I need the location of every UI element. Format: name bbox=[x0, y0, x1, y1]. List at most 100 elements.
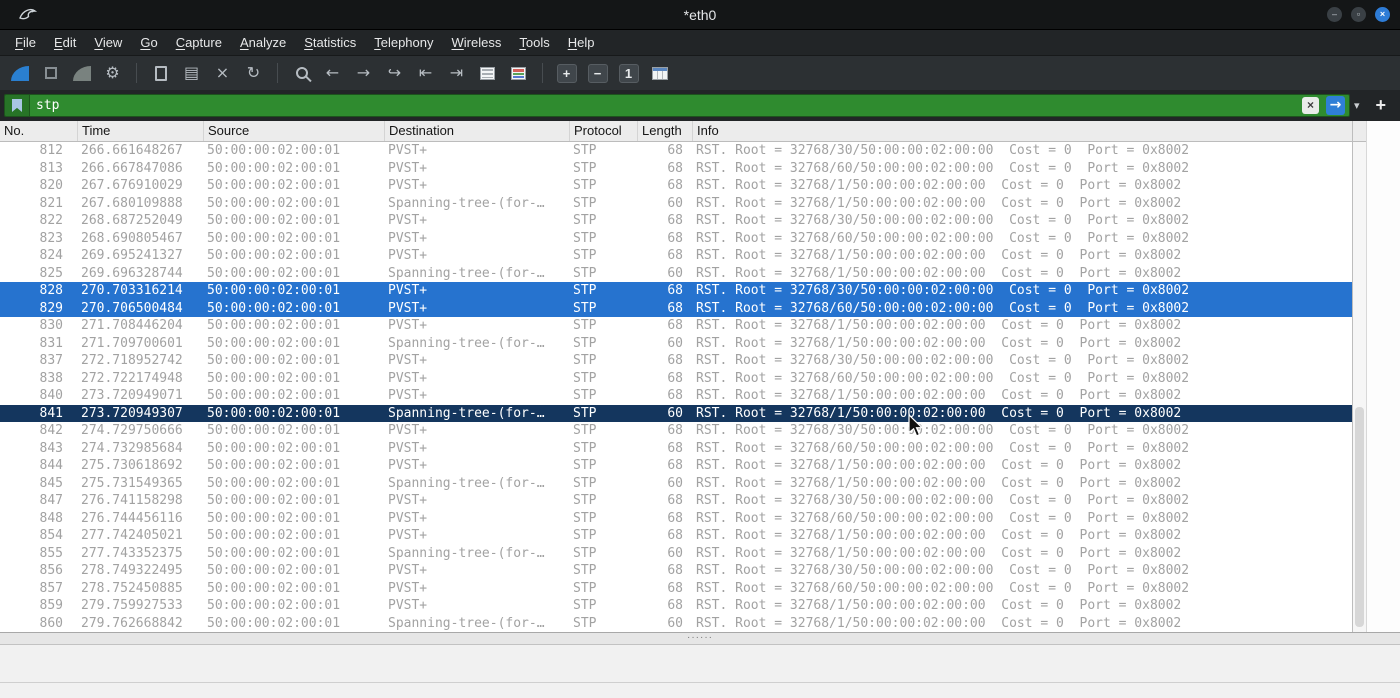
packet-row-855[interactable]: 855 277.743352375 50:00:00:02:00:01 Spannin… bbox=[0, 545, 1352, 563]
packet-row-829[interactable]: 829 270.706500484 50:00:00:02:00:01 PVST+ ST… bbox=[0, 299, 1352, 317]
packet-row-821[interactable]: 821 267.680109888 50:00:00:02:00:01 Spannin… bbox=[0, 195, 1352, 213]
close-button[interactable]: × bbox=[1375, 7, 1390, 22]
packet-row-857[interactable]: 857 278.752450885 50:00:00:02:00:01 PVST+ ST… bbox=[0, 580, 1352, 598]
pane-splitter[interactable]: ······ bbox=[0, 632, 1400, 645]
packet-row-822[interactable]: 822 268.687252049 50:00:00:02:00:01 PVST+ ST… bbox=[0, 212, 1352, 230]
time-cell: 272.718952742 bbox=[81, 353, 183, 368]
menu-go[interactable]: Go bbox=[131, 32, 166, 53]
find-packet-button[interactable] bbox=[288, 60, 315, 87]
maximize-button[interactable]: ▫ bbox=[1351, 7, 1366, 22]
packet-row-847[interactable]: 847 276.741158298 50:00:00:02:00:01 PVST+ ST… bbox=[0, 492, 1352, 510]
source-cell: 50:00:00:02:00:01 bbox=[207, 370, 341, 386]
menu-view[interactable]: View bbox=[85, 32, 131, 53]
capture-stop-button[interactable] bbox=[37, 60, 64, 87]
source-cell: 50:00:00:02:00:01 bbox=[207, 405, 341, 421]
last-packet-button[interactable]: ⇥ bbox=[443, 60, 470, 87]
packet-row-854[interactable]: 854 277.742405021 50:00:00:02:00:01 PVST+ ST… bbox=[0, 527, 1352, 545]
source-cell: 50:00:00:02:00:01 bbox=[207, 493, 341, 508]
no-cell: 857 bbox=[39, 580, 63, 596]
packet-row-820[interactable]: 820 267.676910029 50:00:00:02:00:01 PVST+ ST… bbox=[0, 177, 1352, 195]
info-cell: RST. Root = 32768/1/50:00:00:02:00:00 Co… bbox=[696, 615, 1182, 631]
capture-restart-button[interactable] bbox=[68, 60, 95, 87]
close-file-button[interactable]: × bbox=[209, 60, 236, 87]
capture-start-button[interactable] bbox=[6, 60, 33, 87]
first-packet-button[interactable]: ⇤ bbox=[412, 60, 439, 87]
column-header-destination[interactable]: Destination bbox=[385, 121, 570, 141]
resize-columns-button[interactable] bbox=[646, 60, 673, 87]
packet-row-844[interactable]: 844 275.730618692 50:00:00:02:00:01 PVST+ ST… bbox=[0, 457, 1352, 475]
minimize-button[interactable]: – bbox=[1327, 7, 1342, 22]
zoom-in-button[interactable]: + bbox=[553, 60, 580, 87]
colorize-button[interactable] bbox=[505, 60, 532, 87]
menu-tools[interactable]: Tools bbox=[510, 32, 558, 53]
packet-row-830[interactable]: 830 271.708446204 50:00:00:02:00:01 PVST+ ST… bbox=[0, 317, 1352, 335]
no-cell: 848 bbox=[39, 510, 63, 526]
packet-row-842[interactable]: 842 274.729750666 50:00:00:02:00:01 PVST+ ST… bbox=[0, 422, 1352, 440]
menu-telephony[interactable]: Telephony bbox=[365, 32, 442, 53]
reload-file-button[interactable]: ↻ bbox=[240, 60, 267, 87]
info-cell: RST. Root = 32768/1/50:00:00:02:00:00 Co… bbox=[696, 248, 1182, 263]
menu-capture[interactable]: Capture bbox=[167, 32, 231, 53]
auto-scroll-icon bbox=[480, 66, 495, 80]
filter-value[interactable]: stp bbox=[30, 98, 1302, 113]
vertical-scrollbar[interactable] bbox=[1352, 121, 1366, 632]
column-header-info[interactable]: Info bbox=[693, 121, 1352, 141]
length-cell: 68 bbox=[667, 493, 683, 508]
menu-statistics[interactable]: Statistics bbox=[295, 32, 365, 53]
zoom-out-icon: − bbox=[587, 63, 608, 83]
toolbar-separator-1 bbox=[136, 63, 137, 83]
packet-row-812[interactable]: 812 266.661648267 50:00:00:02:00:01 PVST+ ST… bbox=[0, 142, 1352, 160]
open-file-button[interactable] bbox=[147, 60, 174, 87]
packet-row-823[interactable]: 823 268.690805467 50:00:00:02:00:01 PVST+ ST… bbox=[0, 230, 1352, 248]
packet-row-838[interactable]: 838 272.722174948 50:00:00:02:00:01 PVST+ ST… bbox=[0, 370, 1352, 388]
packet-row-845[interactable]: 845 275.731549365 50:00:00:02:00:01 Spannin… bbox=[0, 475, 1352, 493]
titlebar[interactable]: *eth0 – ▫ × bbox=[0, 0, 1400, 30]
column-header-protocol[interactable]: Protocol bbox=[570, 121, 638, 141]
source-cell: 50:00:00:02:00:01 bbox=[207, 388, 341, 403]
filter-bookmark-button[interactable] bbox=[5, 95, 30, 116]
column-header-time[interactable]: Time bbox=[78, 121, 204, 141]
destination-cell: PVST+ bbox=[388, 493, 428, 508]
packet-row-860[interactable]: 860 279.762668842 50:00:00:02:00:01 Spannin… bbox=[0, 615, 1352, 633]
go-back-button[interactable]: ← bbox=[319, 60, 346, 87]
column-header-no[interactable]: No. bbox=[0, 121, 78, 141]
window-title: *eth0 bbox=[683, 6, 717, 23]
source-cell: 50:00:00:02:00:01 bbox=[207, 423, 341, 438]
menu-file[interactable]: File bbox=[6, 32, 45, 53]
packet-row-831[interactable]: 831 271.709700601 50:00:00:02:00:01 Spannin… bbox=[0, 335, 1352, 353]
zoom-reset-button[interactable]: 1 bbox=[615, 60, 642, 87]
menu-analyze[interactable]: Analyze bbox=[231, 32, 295, 53]
packet-row-813[interactable]: 813 266.667847086 50:00:00:02:00:01 PVST+ ST… bbox=[0, 160, 1352, 178]
capture-options-button[interactable]: ⚙ bbox=[99, 60, 126, 87]
menu-wireless[interactable]: Wireless bbox=[443, 32, 511, 53]
packet-row-825[interactable]: 825 269.696328744 50:00:00:02:00:01 Spannin… bbox=[0, 265, 1352, 283]
packet-row-824[interactable]: 824 269.695241327 50:00:00:02:00:01 PVST+ ST… bbox=[0, 247, 1352, 265]
filter-dropdown-button[interactable]: ▾ bbox=[1354, 99, 1360, 112]
display-filter-input[interactable]: stp × → bbox=[4, 94, 1350, 117]
length-cell: 68 bbox=[667, 283, 683, 298]
source-cell: 50:00:00:02:00:01 bbox=[207, 510, 341, 526]
filter-add-button[interactable]: + bbox=[1369, 95, 1392, 116]
packet-row-837[interactable]: 837 272.718952742 50:00:00:02:00:01 PVST+ ST… bbox=[0, 352, 1352, 370]
go-forward-button[interactable]: → bbox=[350, 60, 377, 87]
menu-help[interactable]: Help bbox=[559, 32, 604, 53]
packet-row-840[interactable]: 840 273.720949071 50:00:00:02:00:01 PVST+ ST… bbox=[0, 387, 1352, 405]
packet-row-848[interactable]: 848 276.744456116 50:00:00:02:00:01 PVST+ ST… bbox=[0, 510, 1352, 528]
packet-row-843[interactable]: 843 274.732985684 50:00:00:02:00:01 PVST+ ST… bbox=[0, 440, 1352, 458]
packet-row-859[interactable]: 859 279.759927533 50:00:00:02:00:01 PVST+ ST… bbox=[0, 597, 1352, 615]
zoom-out-button[interactable]: − bbox=[584, 60, 611, 87]
no-cell: 844 bbox=[39, 458, 63, 473]
packet-row-856[interactable]: 856 278.749322495 50:00:00:02:00:01 PVST+ ST… bbox=[0, 562, 1352, 580]
packet-row-841[interactable]: 841 273.720949307 50:00:00:02:00:01 Spannin… bbox=[0, 404, 1352, 422]
scrollbar-thumb[interactable] bbox=[1355, 407, 1364, 627]
filter-clear-button[interactable]: × bbox=[1301, 97, 1319, 114]
save-file-button[interactable]: ▤ bbox=[178, 60, 205, 87]
menu-edit[interactable]: Edit bbox=[45, 32, 85, 53]
no-cell: 838 bbox=[39, 370, 63, 386]
auto-scroll-button[interactable] bbox=[474, 60, 501, 87]
packet-row-828[interactable]: 828 270.703316214 50:00:00:02:00:01 PVST+ ST… bbox=[0, 282, 1352, 300]
column-header-length[interactable]: Length bbox=[638, 121, 693, 141]
filter-apply-button[interactable]: → bbox=[1325, 96, 1345, 115]
column-header-source[interactable]: Source bbox=[204, 121, 385, 141]
go-to-packet-button[interactable]: ↪ bbox=[381, 60, 408, 87]
